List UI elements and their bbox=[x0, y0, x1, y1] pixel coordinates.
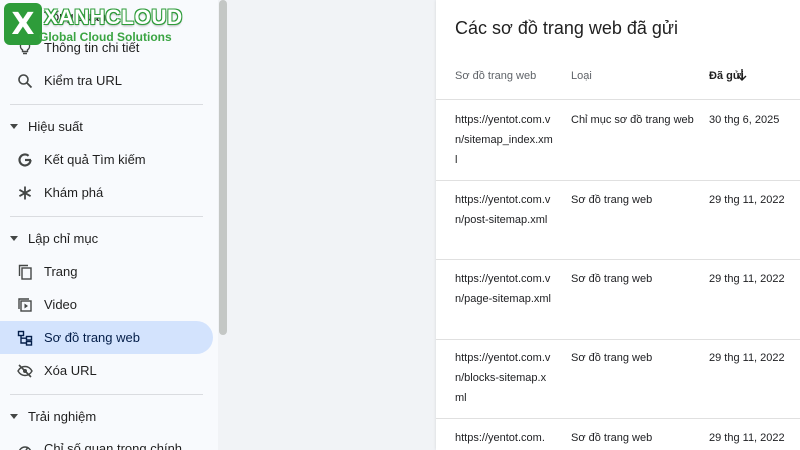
section-indexing[interactable]: Lập chỉ mục bbox=[0, 226, 213, 250]
video-icon bbox=[16, 296, 34, 314]
table-cell-url[interactable]: https://yentot.com.vn/post-sitemap.xml bbox=[455, 190, 555, 230]
sidebar-item-removals[interactable]: Xóa URL bbox=[0, 354, 213, 387]
table-cell-type: Sơ đồ trang web bbox=[571, 432, 653, 444]
google-g-icon bbox=[16, 151, 34, 169]
section-label: Hiệu suất bbox=[28, 118, 83, 134]
sidebar-item-label: Video bbox=[44, 297, 78, 312]
table-cell-url[interactable]: https://yentot.com.vn/blocks-sitemap.xml bbox=[455, 348, 555, 408]
caret-down-icon bbox=[10, 235, 18, 241]
table-cell-type: Chỉ mục sơ đồ trang web bbox=[571, 114, 694, 126]
sort-arrow-down-icon[interactable] bbox=[737, 68, 747, 82]
eye-off-icon bbox=[16, 362, 34, 380]
table-cell-type: Sơ đồ trang web bbox=[571, 273, 653, 285]
logo-mark: X bbox=[4, 3, 42, 45]
caret-down-icon bbox=[10, 123, 18, 129]
sidebar-item-label: Kiểm tra URL bbox=[44, 73, 123, 88]
logo-tagline: Global Cloud Solutions bbox=[39, 30, 172, 44]
column-header-sitemap[interactable]: Sơ đồ trang web bbox=[455, 70, 536, 82]
table-cell-date: 29 thg 11, 2022 bbox=[709, 352, 785, 364]
gauge-icon bbox=[16, 440, 34, 450]
page-title: Các sơ đồ trang web đã gửi bbox=[455, 18, 678, 38]
row-divider bbox=[436, 99, 800, 100]
sidebar-item-video[interactable]: Video bbox=[0, 288, 213, 321]
table-cell-date: 29 thg 11, 2022 bbox=[709, 194, 785, 206]
sidebar-item-pages[interactable]: Trang bbox=[0, 255, 213, 288]
sidebar-item-url-inspection[interactable]: Kiểm tra URL bbox=[0, 64, 213, 97]
sidebar-item-label: Kết quả Tìm kiếm bbox=[44, 152, 146, 167]
row-divider bbox=[436, 259, 800, 260]
section-experience[interactable]: Trải nghiệm bbox=[0, 404, 213, 428]
table-cell-url[interactable]: https://yentot.com.vn/page-sitemap.xml bbox=[455, 269, 555, 309]
sidebar-item-label: Khám phá bbox=[44, 185, 104, 200]
pages-icon bbox=[16, 263, 34, 281]
table-cell-date: 29 thg 11, 2022 bbox=[709, 432, 785, 444]
asterisk-icon bbox=[16, 184, 34, 202]
sidebar-item-core-web-vitals[interactable]: Chỉ số quan trọng chính bbox=[0, 432, 213, 450]
search-icon bbox=[16, 72, 34, 90]
table-cell-url[interactable]: https://yentot.com.vn/sitemap_index.xml bbox=[455, 110, 555, 170]
section-performance[interactable]: Hiệu suất bbox=[0, 114, 213, 138]
row-divider bbox=[436, 180, 800, 181]
table-cell-url[interactable]: https://yentot.com. bbox=[455, 428, 555, 448]
sidebar-item-label: Chỉ số quan trọng chính bbox=[44, 441, 183, 450]
table-cell-type: Sơ đồ trang web bbox=[571, 352, 653, 364]
caret-down-icon bbox=[10, 413, 18, 419]
divider bbox=[10, 216, 203, 217]
row-divider bbox=[436, 339, 800, 340]
divider bbox=[10, 394, 203, 395]
sidebar-item-discover[interactable]: Khám phá bbox=[0, 176, 213, 209]
sidebar-item-label: Xóa URL bbox=[44, 363, 97, 378]
sidebar-item-label: Trang bbox=[44, 264, 78, 279]
sidebar-item-label: Sơ đồ trang web bbox=[44, 330, 140, 345]
brand-logo: X XANHCLOUD Global Cloud Solutions bbox=[0, 0, 210, 50]
section-label: Trải nghiệm bbox=[28, 408, 97, 424]
table-cell-date: 30 thg 6, 2025 bbox=[709, 114, 780, 126]
sidebar-item-search-results[interactable]: Kết quả Tìm kiếm bbox=[0, 143, 213, 176]
sitemap-icon bbox=[16, 329, 34, 347]
sidebar-scrollbar[interactable] bbox=[219, 0, 227, 335]
table-cell-date: 29 thg 11, 2022 bbox=[709, 273, 785, 285]
divider bbox=[10, 104, 203, 105]
section-label: Lập chỉ mục bbox=[28, 230, 99, 246]
column-header-type[interactable]: Loại bbox=[571, 70, 592, 82]
row-divider bbox=[436, 418, 800, 419]
logo-name: XANHCLOUD bbox=[44, 6, 183, 29]
sidebar-nav: Tổng quan Thông tin chi tiết Kiểm tra UR… bbox=[0, 0, 218, 450]
sidebar-item-sitemaps[interactable]: Sơ đồ trang web bbox=[0, 321, 213, 354]
table-cell-type: Sơ đồ trang web bbox=[571, 194, 653, 206]
